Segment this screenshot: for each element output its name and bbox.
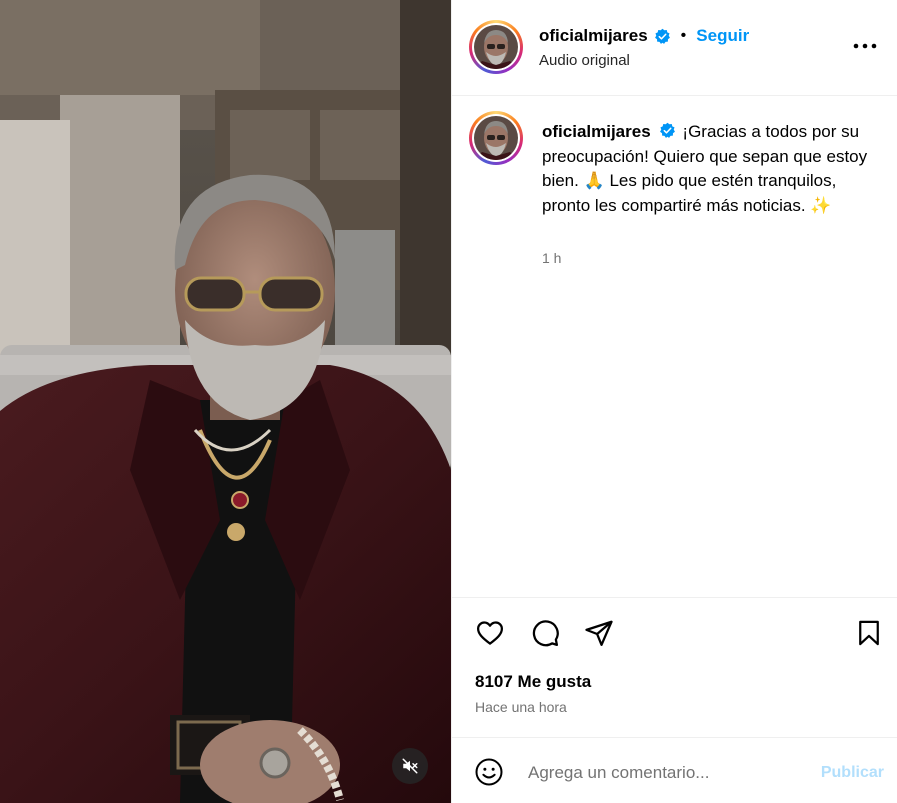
caption-username-link[interactable]: oficialmijares — [542, 122, 651, 141]
avatar-image — [474, 25, 518, 69]
muted-speaker-icon — [402, 758, 418, 774]
heart-icon — [477, 621, 503, 645]
avatar-image — [474, 116, 518, 160]
caption-section: oficialmijares ¡Gracias a todos por su p… — [452, 96, 897, 598]
caption-avatar[interactable] — [469, 111, 523, 165]
more-options-icon — [853, 43, 877, 49]
share-button[interactable] — [582, 616, 616, 650]
likes-count[interactable]: 8107 Me gusta — [475, 672, 591, 692]
post-details-panel: oficialmijares • Seguir Audio original o… — [451, 0, 897, 803]
post-actions-bar — [452, 598, 897, 668]
header-user-row: oficialmijares • Seguir — [539, 26, 749, 46]
publish-button[interactable]: Publicar — [821, 764, 884, 782]
username-link[interactable]: oficialmijares — [539, 26, 648, 46]
comment-button[interactable] — [528, 616, 562, 650]
more-options-button[interactable] — [852, 34, 878, 58]
send-icon — [585, 620, 613, 646]
comment-icon — [532, 620, 559, 647]
post-header: oficialmijares • Seguir Audio original — [452, 0, 897, 96]
post-video[interactable] — [0, 0, 451, 803]
separator-dot: • — [680, 27, 687, 44]
comment-input[interactable] — [528, 760, 798, 786]
caption-text-block: oficialmijares ¡Gracias a todos por su p… — [542, 120, 878, 218]
follow-button[interactable]: Seguir — [696, 26, 749, 46]
emoji-icon — [475, 758, 503, 786]
comment-composer: Publicar — [452, 737, 897, 803]
audio-link[interactable]: Audio original — [539, 52, 630, 69]
caption-timestamp[interactable]: 1 h — [542, 250, 561, 266]
verified-badge-icon — [654, 28, 670, 44]
avatar[interactable] — [469, 20, 523, 74]
post-timestamp[interactable]: Hace una hora — [475, 699, 567, 715]
mute-toggle-button[interactable] — [392, 748, 428, 784]
like-button[interactable] — [473, 616, 507, 650]
bookmark-icon — [859, 620, 879, 646]
save-button[interactable] — [852, 616, 886, 650]
verified-badge-icon — [660, 122, 676, 138]
emoji-picker-button[interactable] — [474, 757, 504, 787]
video-frame-image — [0, 0, 451, 803]
instagram-post-view: oficialmijares • Seguir Audio original o… — [0, 0, 897, 803]
